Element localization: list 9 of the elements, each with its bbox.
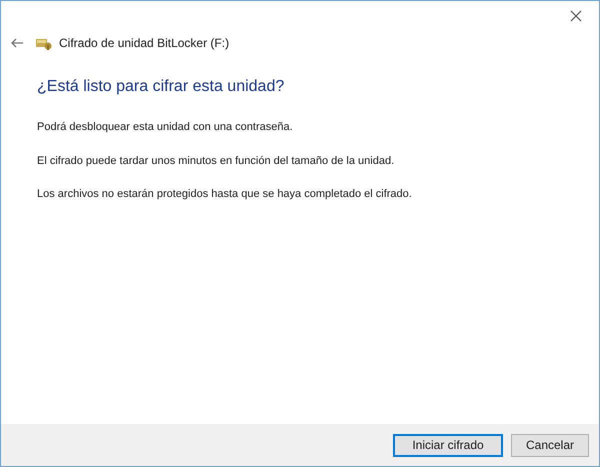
description-text: El cifrado puede tardar unos minutos en función del tamaño de la unidad. — [37, 154, 396, 168]
description-text: Los archivos no estarán protegidos hasta que se haya completado el cifrado. — [37, 187, 413, 202]
cancel-button[interactable]: Cancelar — [511, 434, 589, 456]
description-text: Podrá desbloquear esta unidad con una contraseña. — [37, 120, 294, 135]
back-arrow-icon — [11, 38, 23, 48]
window-title: Cifrado de unidad BitLocker (F:) — [59, 35, 230, 52]
close-icon — [570, 10, 582, 22]
page-heading: ¿Está listo para cifrar esta unidad? — [37, 77, 286, 97]
start-button[interactable]: Iniciar cifrado — [393, 434, 503, 456]
